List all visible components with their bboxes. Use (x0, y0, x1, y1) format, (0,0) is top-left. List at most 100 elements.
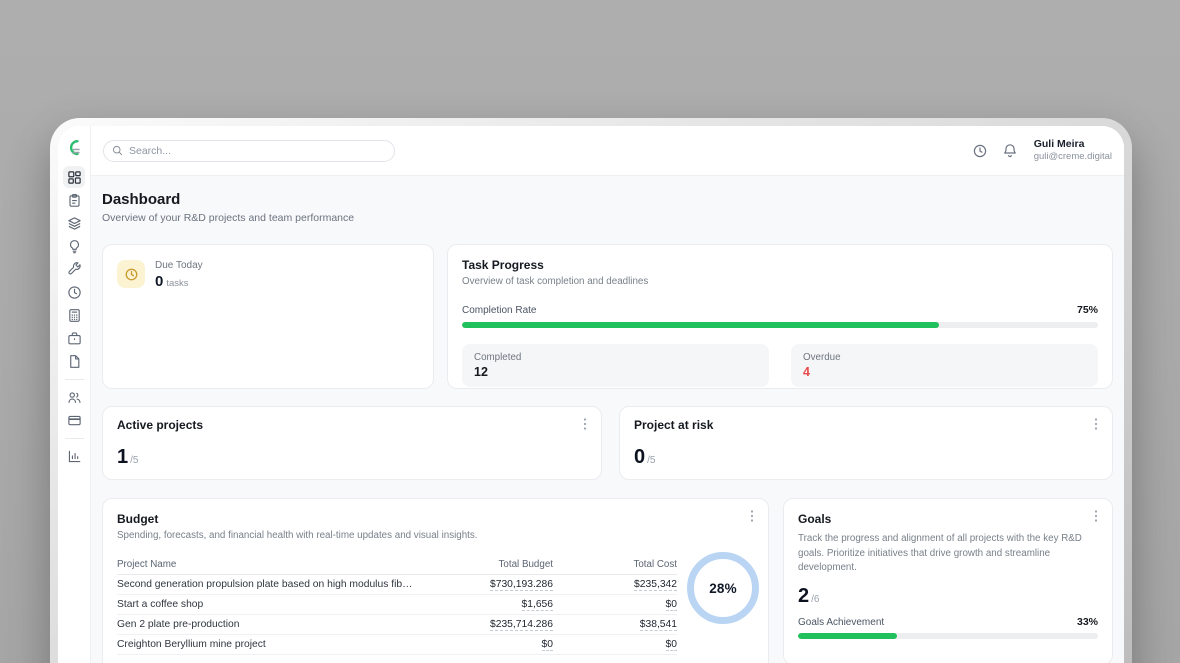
goals-progress-bar (798, 633, 1098, 639)
sidebar-item-ideas[interactable] (63, 235, 85, 257)
goals-total: /6 (811, 594, 819, 605)
sidebar-item-documents[interactable] (63, 350, 85, 372)
budget-donut-pct: 28% (709, 581, 737, 596)
sidebar-item-calculator[interactable] (63, 304, 85, 326)
sidebar-divider (65, 438, 84, 439)
due-today-value: 0 (155, 273, 163, 290)
project-at-risk-value: 0 (634, 446, 645, 468)
budget-table: Project Name Total Budget Total Cost Sec… (117, 555, 677, 655)
device-frame: V1.0 (50, 118, 1132, 663)
sidebar-item-time-tracking[interactable] (63, 281, 85, 303)
completion-rate-label: Completion Rate (462, 305, 536, 316)
budget-card: Budget Spending, forecasts, and financia… (102, 498, 769, 663)
completion-progress-bar (462, 322, 1098, 328)
goals-achievement-pct: 33% (1077, 616, 1098, 628)
table-row[interactable]: Creighton Beryllium mine project $0 $0 (117, 635, 677, 655)
due-today-clock-icon (117, 260, 145, 288)
total-budget-value[interactable]: $0 (542, 639, 553, 651)
total-cost-value[interactable]: $235,342 (634, 579, 677, 591)
column-project-name: Project Name (117, 559, 421, 570)
project-at-risk-card: Project at risk 0/5 (619, 406, 1113, 480)
budget-goals-row: Budget Spending, forecasts, and financia… (102, 498, 1113, 663)
bell-icon[interactable] (1002, 143, 1018, 159)
total-budget-value[interactable]: $1,656 (522, 599, 554, 611)
sidebar-divider (65, 379, 84, 380)
total-budget-value[interactable]: $730,193.286 (490, 579, 553, 591)
project-name: Creighton Beryllium mine project (117, 639, 421, 650)
clipboard-icon (67, 193, 82, 208)
goals-description: Track the progress and alignment of all … (798, 532, 1098, 576)
bar-chart-icon (67, 449, 82, 464)
sidebar-item-projects[interactable] (63, 212, 85, 234)
main-area: Guli Meira guli@creme.digital Dashboard … (91, 126, 1124, 663)
sidebar-item-team[interactable] (63, 386, 85, 408)
task-progress-title: Task Progress (462, 258, 1098, 272)
overdue-stat-card: Overdue 4 (791, 344, 1098, 387)
budget-subtitle: Spending, forecasts, and financial healt… (117, 530, 754, 541)
kebab-menu-icon[interactable] (1090, 509, 1102, 523)
completion-progress-fill (462, 322, 939, 328)
column-total-budget: Total Budget (421, 559, 553, 570)
project-at-risk-title: Project at risk (634, 418, 1098, 432)
document-icon (67, 354, 82, 369)
sidebar: V1.0 (58, 126, 91, 663)
summary-row: Due Today 0tasks Task Progress Overview … (102, 244, 1113, 389)
task-progress-subtitle: Overview of task completion and deadline… (462, 276, 1098, 287)
goals-value: 2 (798, 585, 809, 607)
budget-title: Budget (117, 512, 754, 526)
goals-progress-fill (798, 633, 897, 639)
layers-icon (67, 216, 82, 231)
completed-value: 12 (474, 365, 757, 379)
table-row[interactable]: Second generation propulsion plate based… (117, 575, 677, 595)
user-menu[interactable]: Guli Meira guli@creme.digital (1034, 138, 1112, 163)
users-icon (67, 390, 82, 405)
task-progress-card: Task Progress Overview of task completio… (447, 244, 1113, 389)
completed-label: Completed (474, 352, 757, 363)
table-row[interactable]: Start a coffee shop $1,656 $0 (117, 595, 677, 615)
kebab-menu-icon[interactable] (1090, 417, 1102, 431)
goals-card: Goals Track the progress and alignment o… (783, 498, 1113, 663)
history-icon[interactable] (972, 143, 988, 159)
dashboard-content: Dashboard Overview of your R&D projects … (91, 176, 1124, 663)
search-box[interactable] (103, 140, 395, 162)
user-email: guli@creme.digital (1034, 151, 1112, 163)
kebab-menu-icon[interactable] (579, 417, 591, 431)
table-row[interactable]: Gen 2 plate pre-production $235,714.286 … (117, 615, 677, 635)
app-window: V1.0 (58, 126, 1124, 663)
kebab-menu-icon[interactable] (746, 509, 758, 523)
sidebar-item-analytics[interactable] (63, 445, 85, 467)
sidebar-item-billing[interactable] (63, 409, 85, 431)
total-cost-value[interactable]: $0 (666, 639, 677, 651)
creme-logo-icon (64, 138, 84, 158)
overdue-value: 4 (803, 365, 1086, 379)
completed-stat-card: Completed 12 (462, 344, 769, 387)
budget-table-header: Project Name Total Budget Total Cost (117, 555, 677, 575)
wrench-icon (67, 262, 82, 277)
search-icon (112, 145, 123, 156)
search-input[interactable] (129, 145, 386, 157)
column-total-cost: Total Cost (553, 559, 677, 570)
sidebar-item-tasks[interactable] (63, 189, 85, 211)
sidebar-item-portfolio[interactable] (63, 327, 85, 349)
total-budget-value[interactable]: $235,714.286 (490, 619, 553, 631)
project-name: Start a coffee shop (117, 599, 421, 610)
active-projects-card: Active projects 1/5 (102, 406, 602, 480)
sidebar-item-tools[interactable] (63, 258, 85, 280)
topbar-right: Guli Meira guli@creme.digital (972, 138, 1112, 163)
projects-row: Active projects 1/5 Project at risk (102, 406, 1113, 480)
completion-rate-value: 75% (1077, 304, 1098, 316)
calculator-icon (67, 308, 82, 323)
goals-achievement-label: Goals Achievement (798, 617, 884, 628)
sidebar-item-dashboard[interactable] (63, 166, 85, 188)
page-subtitle: Overview of your R&D projects and team p… (102, 212, 1113, 224)
total-cost-value[interactable]: $0 (666, 599, 677, 611)
clock-icon (67, 285, 82, 300)
goals-title: Goals (798, 512, 1098, 526)
page-title: Dashboard (102, 191, 1113, 208)
project-at-risk-total: /5 (647, 455, 655, 466)
due-today-label: Due Today (155, 260, 203, 271)
total-cost-value[interactable]: $38,541 (640, 619, 677, 631)
credit-card-icon (67, 413, 82, 428)
lightbulb-icon (67, 239, 82, 254)
due-today-unit: tasks (166, 278, 188, 289)
